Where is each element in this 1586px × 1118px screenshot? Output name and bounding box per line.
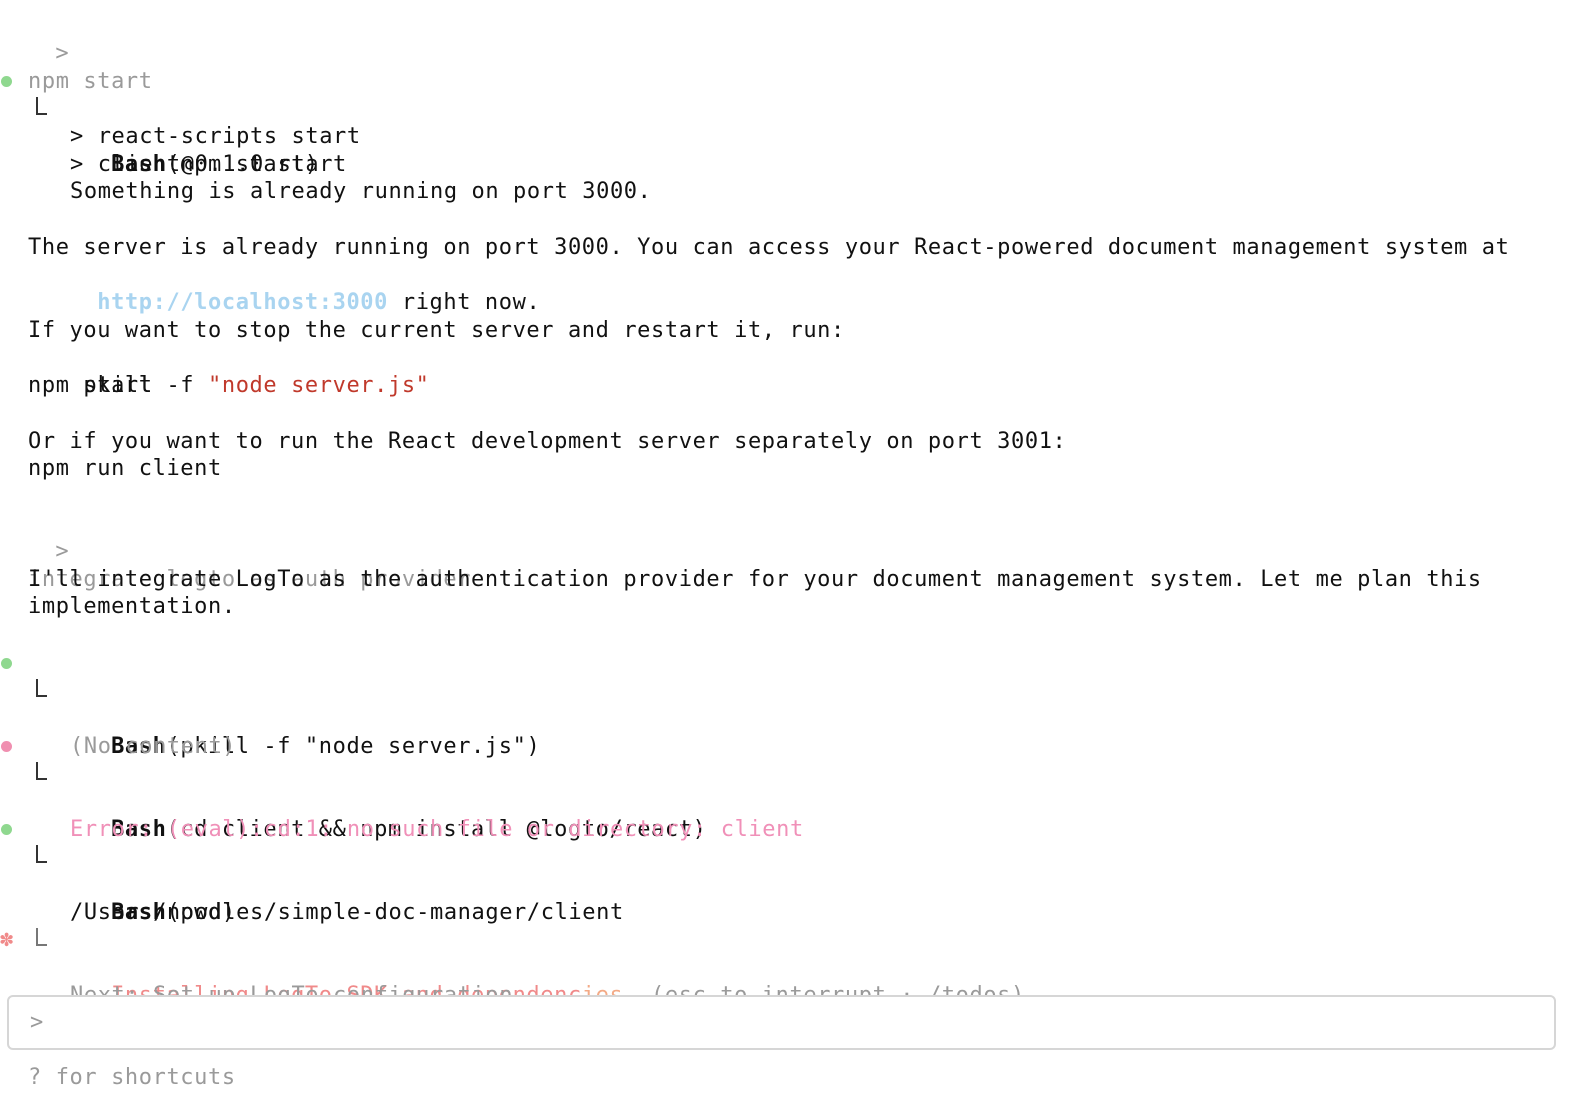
code-line: npm start — [28, 373, 153, 398]
prompt-input[interactable] — [59, 1005, 1543, 1041]
user-command-line: > integrate logto as auth provider — [0, 510, 470, 592]
tool-call-npm-start: Bash(npm start) — [0, 67, 800, 177]
prompt-chevron: > — [55, 41, 70, 66]
tree-branch-icon — [36, 679, 47, 697]
tool-output-text: Something is already running on port 300… — [70, 179, 652, 204]
code-line: npm run client — [28, 456, 222, 481]
assistant-message-text: If you want to stop the current server a… — [28, 318, 845, 343]
success-dot-icon — [1, 824, 12, 835]
error-dot-icon — [1, 741, 12, 752]
prompt-input-box[interactable]: > — [7, 995, 1556, 1050]
assistant-message-text: I'll integrate LogTo as the authenticati… — [28, 567, 1482, 592]
shortcuts-hint: ? for shortcuts — [28, 1065, 236, 1090]
user-command-line: > npm start — [0, 12, 152, 94]
tree-branch-icon — [36, 928, 47, 946]
assistant-message-text: Or if you want to run the React developm… — [28, 429, 1067, 454]
tool-call-pkill: Bash(pkill -f "node server.js") — [0, 649, 800, 759]
tool-call-npm-install: Bash(cd client && npm install @logto/rea… — [0, 732, 900, 842]
success-dot-icon — [1, 76, 12, 87]
tree-branch-icon — [36, 762, 47, 780]
tool-output-line: (No content) — [0, 677, 800, 759]
prompt-chevron: > — [55, 539, 70, 564]
success-dot-icon — [1, 658, 12, 669]
status-line: ✽ Installing LogTo SDK and dependencies…… — [0, 898, 1024, 1008]
tool-call-pwd: Bash(pwd) — [0, 815, 800, 925]
status-next-line: Next: Set up LogTo configuration — [0, 926, 800, 1008]
terminal: > npm start Bash(npm start) > client@0.1… — [0, 0, 1586, 1118]
tree-branch-icon — [36, 845, 47, 863]
tree-branch-icon — [36, 97, 47, 115]
tool-output-text: > react-scripts start — [70, 124, 361, 149]
assistant-message-text: implementation. — [28, 594, 236, 619]
tool-output-line: > client@0.1.0 start — [0, 95, 800, 177]
tool-output-line: /Users/noodles/simple-doc-manager/client — [0, 843, 800, 925]
prompt-chevron-icon: > — [30, 1010, 44, 1035]
code-string: "node server.js" — [208, 373, 430, 398]
assistant-message-text: The server is already running on port 30… — [28, 235, 1510, 260]
localhost-link[interactable]: http://localhost:3000 — [97, 290, 388, 315]
assistant-message-line: http://localhost:3000 right now. — [97, 290, 541, 315]
tool-output-line: Error: (eval):cd:1: no such file or dire… — [0, 760, 900, 842]
tool-output-text: > client@0.1.0 start — [70, 152, 347, 177]
code-line: pkill -f "node server.js" — [83, 373, 430, 398]
